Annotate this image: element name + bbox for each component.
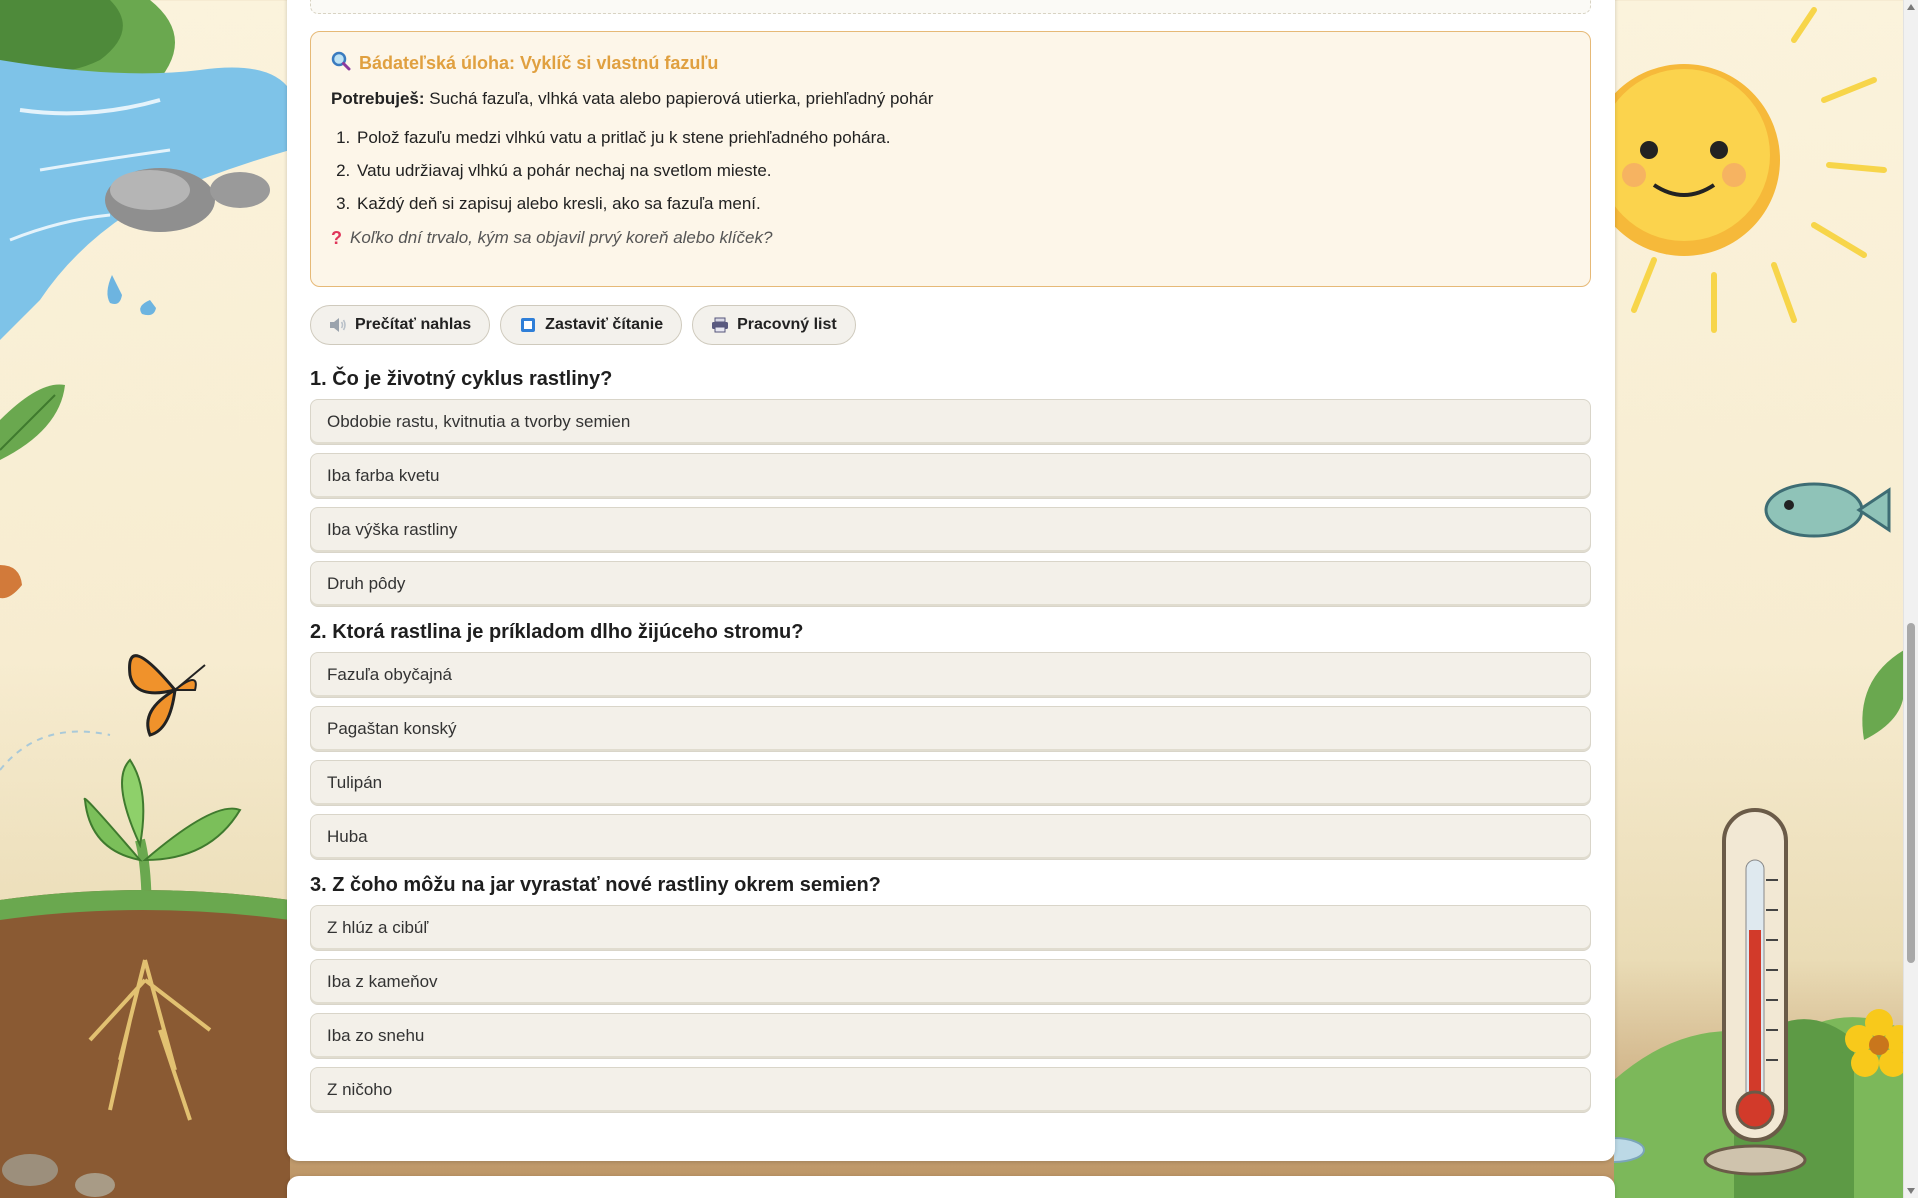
read-aloud-label: Prečítať nahlas bbox=[355, 316, 472, 333]
left-illustration bbox=[0, 0, 290, 1198]
answer-option[interactable]: Z hlúz a cibúľ bbox=[310, 905, 1591, 951]
answer-option[interactable]: Huba bbox=[310, 814, 1591, 860]
materials-line: Potrebuješ: Suchá fazuľa, vlhká vata ale… bbox=[331, 86, 1570, 112]
task-question-text: Koľko dní trvalo, kým sa objavil prvý ko… bbox=[350, 228, 773, 247]
question-title: 1. Čo je životný cyklus rastliny? bbox=[310, 368, 613, 390]
task-step: Vatu udržiavaj vlhkú a pohár nechaj na s… bbox=[355, 157, 1570, 190]
task-step: Každý deň si zapisuj alebo kresli, ako s… bbox=[355, 190, 1570, 223]
answer-option[interactable]: Iba výška rastliny bbox=[310, 507, 1591, 553]
page-scrollbar[interactable] bbox=[1903, 0, 1918, 1198]
task-question: ? Koľko dní trvalo, kým sa objavil prvý … bbox=[331, 223, 1570, 253]
materials-label: Potrebuješ: bbox=[331, 89, 425, 108]
research-task-heading: Bádateľská úloha: Vyklíč si vlastnú fazu… bbox=[331, 50, 1570, 76]
stop-reading-button[interactable]: Zastaviť čítanie bbox=[500, 305, 683, 345]
question-title: 2. Ktorá rastlina je príkladom dlho žijú… bbox=[310, 621, 804, 643]
answer-option[interactable]: Iba z kameňov bbox=[310, 959, 1591, 1005]
magnifier-icon bbox=[331, 51, 351, 76]
task-step: Polož fazuľu medzi vlhkú vatu a pritlač … bbox=[355, 124, 1570, 157]
read-aloud-button[interactable]: Prečítať nahlas bbox=[310, 305, 491, 345]
question-title: 3. Z čoho môžu na jar vyrastať nové rast… bbox=[310, 874, 881, 896]
stop-icon bbox=[519, 316, 537, 334]
task-steps-list: Polož fazuľu medzi vlhkú vatu a pritlač … bbox=[331, 124, 1570, 223]
stop-reading-label: Zastaviť čítanie bbox=[545, 316, 664, 333]
sprout-icon bbox=[83, 758, 242, 961]
right-illustration bbox=[1614, 7, 1904, 1198]
worksheet-button[interactable]: Pracovný list bbox=[692, 305, 856, 345]
scroll-up-arrow-icon[interactable] bbox=[1907, 4, 1915, 10]
action-toolbar: Prečítať nahlas Zastaviť čítanie Pracovn… bbox=[310, 305, 856, 345]
printer-icon bbox=[711, 316, 729, 334]
quiz-question-3: 3. Z čoho môžu na jar vyrastať nové rast… bbox=[310, 869, 1591, 1113]
speaker-icon bbox=[329, 316, 347, 334]
thermometer-icon bbox=[1703, 808, 1807, 1176]
flower-icon bbox=[1845, 1009, 1904, 1077]
answer-option[interactable]: Pagaštan konský bbox=[310, 706, 1591, 752]
answer-option[interactable]: Z ničoho bbox=[310, 1067, 1591, 1113]
materials-text: Suchá fazuľa, vlhká vata alebo papierová… bbox=[429, 89, 934, 108]
fish-icon bbox=[1764, 482, 1891, 538]
quiz-question-1: 1. Čo je životný cyklus rastliny? Obdobi… bbox=[310, 363, 1591, 607]
sun-icon bbox=[1614, 64, 1780, 256]
research-task-box: Bádateľská úloha: Vyklíč si vlastnú fazu… bbox=[310, 31, 1591, 287]
previous-section-box bbox=[310, 0, 1591, 14]
answer-option[interactable]: Iba farba kvetu bbox=[310, 453, 1591, 499]
butterfly-icon bbox=[128, 654, 206, 737]
answer-option[interactable]: Fazuľa obyčajná bbox=[310, 652, 1591, 698]
answer-option[interactable]: Druh pôdy bbox=[310, 561, 1591, 607]
next-lesson-card bbox=[287, 1176, 1615, 1198]
question-mark-icon: ? bbox=[331, 227, 342, 248]
research-task-title: Bádateľská úloha: Vyklíč si vlastnú fazu… bbox=[359, 52, 719, 73]
worksheet-label: Pracovný list bbox=[737, 316, 837, 333]
scroll-down-arrow-icon[interactable] bbox=[1907, 1188, 1915, 1194]
answer-option[interactable]: Tulipán bbox=[310, 760, 1591, 806]
answer-option[interactable]: Iba zo snehu bbox=[310, 1013, 1591, 1059]
answer-option[interactable]: Obdobie rastu, kvitnutia a tvorby semien bbox=[310, 399, 1591, 445]
quiz-question-2: 2. Ktorá rastlina je príkladom dlho žijú… bbox=[310, 616, 1591, 860]
quiz: 1. Čo je životný cyklus rastliny? Obdobi… bbox=[310, 363, 1591, 1122]
scrollbar-thumb[interactable] bbox=[1907, 623, 1915, 963]
